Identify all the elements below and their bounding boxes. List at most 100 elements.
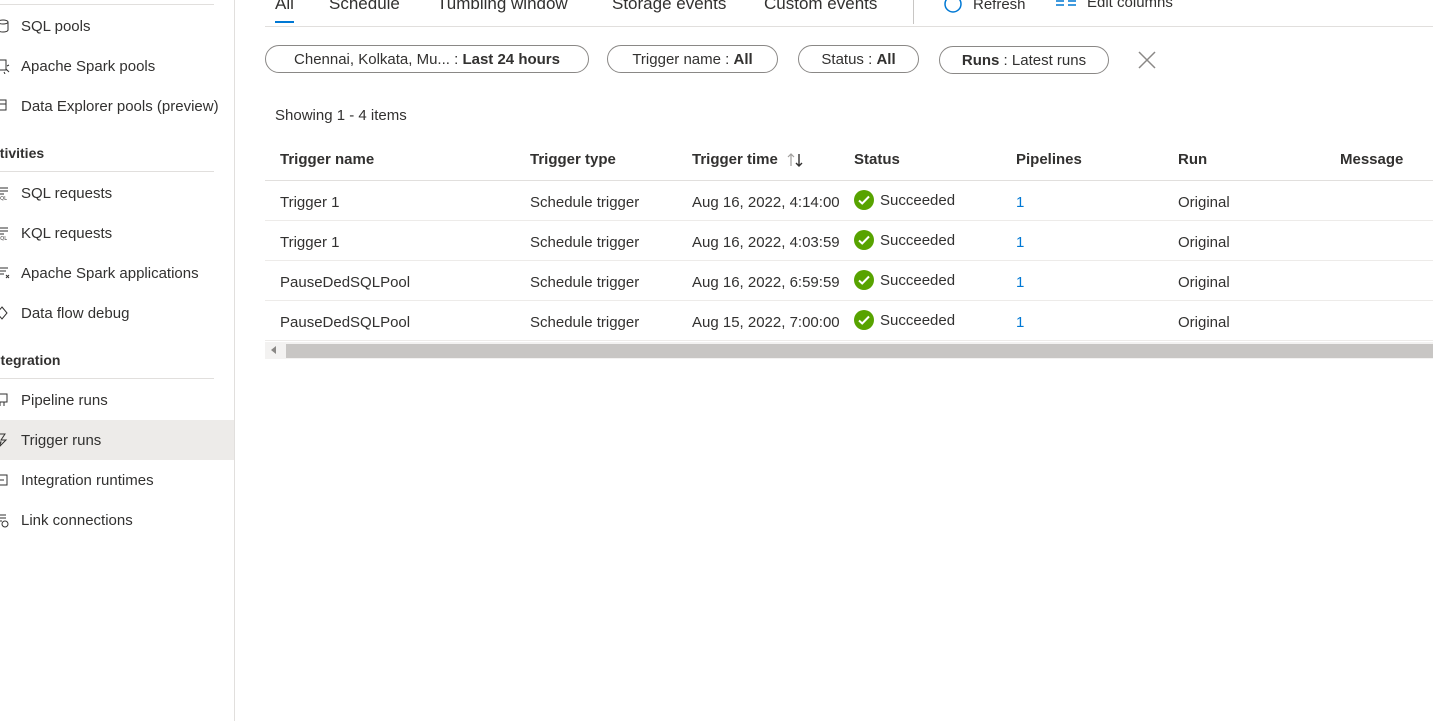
filter-separator: : [999,51,1012,69]
success-check-icon [854,310,874,330]
tab-custom-events[interactable]: Custom events [764,0,877,14]
pipelines-link[interactable]: 1 [1016,234,1024,251]
runs-filter-pill[interactable]: Runs : Latest runs [939,46,1109,74]
refresh-icon [944,0,962,13]
spark-pool-icon [0,58,10,74]
filter-prefix: Trigger name [632,50,721,68]
pipeline-runs-icon [0,392,10,408]
table-row[interactable]: Trigger 1 Schedule trigger Aug 16, 2022,… [265,221,1433,261]
edit-columns-label: Edit columns [1087,0,1173,11]
filter-value: All [733,50,753,68]
filter-separator: : [720,50,734,68]
database-icon [0,18,10,34]
kql-requests-icon: KQL [0,225,10,241]
run-cell: Original [1178,314,1230,331]
filter-value: Latest runs [1011,51,1087,69]
sidebar: SQL pools Apache Spark pools Data Explor… [0,0,235,721]
success-check-icon [854,270,874,290]
sidebar-item-spark-pools[interactable]: Apache Spark pools [0,46,234,86]
run-cell: Original [1178,274,1230,291]
sidebar-item-label: Apache Spark pools [21,57,156,75]
tab-bar: All Schedule Tumbling window Storage eve… [265,0,1433,27]
time-filter-pill[interactable]: Chennai, Kolkata, Mu... : Last 24 hours [265,45,589,73]
column-header-trigger-type[interactable]: Trigger type [530,151,616,168]
sidebar-item-label: Data Explorer pools (preview) [21,97,219,115]
refresh-label: Refresh [973,0,1026,13]
toolbar-separator [913,0,914,24]
spark-applications-icon [0,265,10,281]
trigger-type-cell: Schedule trigger [530,194,640,211]
trigger-runs-icon [0,432,10,448]
status-filter-pill[interactable]: Status : All [798,45,919,73]
svg-text:SQL: SQL [0,196,7,201]
column-header-run[interactable]: Run [1178,151,1207,168]
status-cell: Succeeded [854,310,955,330]
success-check-icon [854,230,874,250]
tab-storage-events[interactable]: Storage events [612,0,726,14]
sidebar-item-link-connections[interactable]: Link connections [0,500,234,540]
sidebar-divider [0,378,214,379]
trigger-name-cell: Trigger 1 [280,194,340,211]
sidebar-item-pipeline-runs[interactable]: Pipeline runs [0,380,234,420]
filter-prefix: Status [821,50,864,68]
table-row[interactable]: Trigger 1 Schedule trigger Aug 16, 2022,… [265,181,1433,221]
sidebar-item-sql-pools[interactable]: SQL pools [0,6,234,46]
sidebar-item-label: Link connections [21,511,133,529]
section-heading-activities: ctivities [0,145,45,161]
column-header-trigger-time[interactable]: Trigger time [692,151,806,168]
status-cell: Succeeded [854,230,955,250]
sidebar-item-kql-requests[interactable]: KQL KQL requests [0,213,234,253]
sidebar-item-sql-requests[interactable]: SQL SQL requests [0,173,234,213]
sidebar-item-label: Data flow debug [21,304,130,322]
table-row[interactable]: PauseDedSQLPool Schedule trigger Aug 16,… [265,261,1433,301]
column-header-pipelines[interactable]: Pipelines [1016,151,1082,168]
sidebar-item-label: Trigger runs [21,431,102,449]
pipelines-link[interactable]: 1 [1016,314,1024,331]
column-header-message[interactable]: Message [1340,151,1403,168]
filter-prefix: Chennai, Kolkata, Mu... [294,50,450,68]
sidebar-divider [0,4,214,5]
trigger-name-cell: PauseDedSQLPool [280,274,411,291]
sql-requests-icon: SQL [0,185,10,201]
status-cell: Succeeded [854,270,955,290]
sidebar-item-integration-runtimes[interactable]: Integration runtimes [0,460,234,500]
edit-columns-button[interactable]: Edit columns [1055,0,1173,11]
refresh-button[interactable]: Refresh [943,0,1026,14]
sidebar-item-label: KQL requests [21,224,113,242]
horizontal-scrollbar[interactable] [265,342,1433,359]
status-label: Succeeded [880,191,956,209]
tab-schedule[interactable]: Schedule [329,0,400,14]
trigger-name-cell: Trigger 1 [280,234,340,251]
sidebar-item-label: Apache Spark applications [21,264,199,282]
column-header-status[interactable]: Status [854,151,900,168]
sidebar-item-trigger-runs[interactable]: Trigger runs [0,420,234,460]
sidebar-item-data-flow-debug[interactable]: Data flow debug [0,293,234,333]
tab-tumbling-window[interactable]: Tumbling window [437,0,568,14]
clear-filters-icon[interactable] [1137,50,1157,70]
tab-all[interactable]: All [275,0,294,23]
trigger-time-cell: Aug 16, 2022, 6:59:59 [692,274,840,291]
sidebar-item-label: Pipeline runs [21,391,108,409]
scroll-left-icon[interactable] [271,346,276,354]
filter-value: Last 24 hours [462,50,560,68]
sidebar-item-spark-applications[interactable]: Apache Spark applications [0,253,234,293]
sidebar-item-data-explorer-pools[interactable]: Data Explorer pools (preview) [0,86,234,126]
filter-value: All [876,50,896,68]
trigger-time-cell: Aug 15, 2022, 7:00:00 [692,314,840,331]
trigger-name-filter-pill[interactable]: Trigger name : All [607,45,778,73]
status-label: Succeeded [880,271,956,289]
status-label: Succeeded [880,231,956,249]
column-header-trigger-name[interactable]: Trigger name [280,151,374,168]
trigger-type-cell: Schedule trigger [530,234,640,251]
trigger-time-cell: Aug 16, 2022, 4:14:00 [692,194,840,211]
pipelines-link[interactable]: 1 [1016,274,1024,291]
table-row[interactable]: PauseDedSQLPool Schedule trigger Aug 15,… [265,301,1433,341]
filter-separator: : [863,50,877,68]
pipelines-link[interactable]: 1 [1016,194,1024,211]
sort-icon[interactable] [786,152,806,168]
svg-text:KQL: KQL [0,236,7,241]
filter-separator: : [449,50,463,68]
trigger-name-cell: PauseDedSQLPool [280,314,411,331]
scrollbar-thumb[interactable] [286,344,1433,358]
trigger-time-cell: Aug 16, 2022, 4:03:59 [692,234,840,251]
